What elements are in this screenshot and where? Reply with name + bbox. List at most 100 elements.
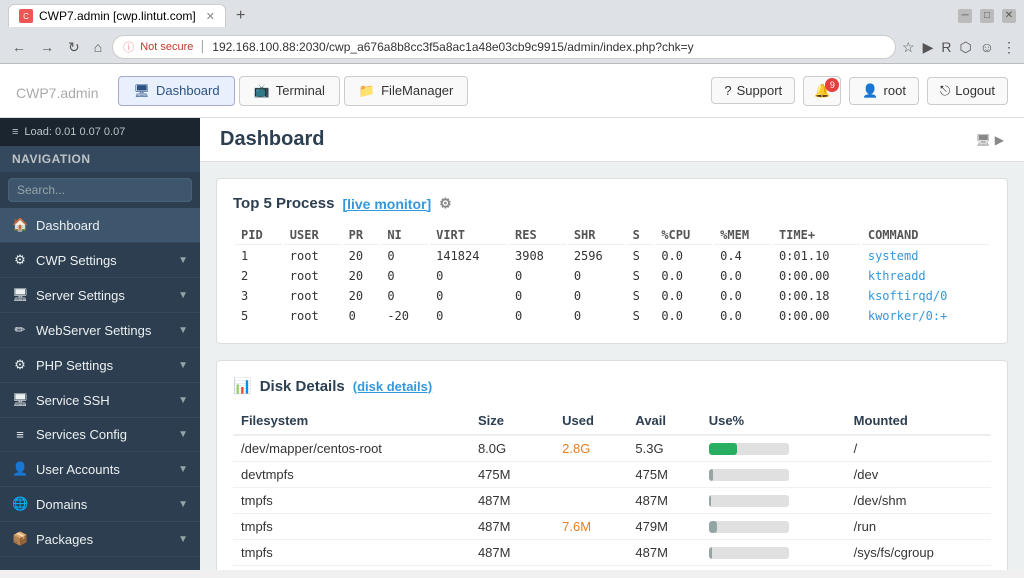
extension2-icon[interactable]: R — [941, 39, 951, 55]
bookmark-icon[interactable]: ☆ — [902, 39, 915, 56]
sidebar-item-php-settings[interactable]: ⚙ PHP Settings ▼ — [0, 348, 200, 383]
filemanager-tab-label: FileManager — [381, 83, 453, 98]
close-button[interactable]: ✕ — [1002, 9, 1016, 23]
process-cell: 0.0 — [714, 287, 771, 305]
services-config-icon: ≡ — [12, 427, 28, 442]
logout-button[interactable]: ⎋ Logout — [927, 77, 1008, 105]
tab-favicon: C — [19, 9, 33, 23]
cwp-settings-icon: ⚙ — [12, 252, 28, 268]
php-arrow: ▼ — [178, 360, 188, 371]
notifications-button[interactable]: 🔔 9 — [803, 76, 841, 106]
extension4-icon[interactable]: ☺ — [980, 39, 994, 55]
sidebar-item-dashboard[interactable]: 🏠 Dashboard — [0, 208, 200, 243]
sidebar-item-user-accounts[interactable]: 👤 User Accounts ▼ — [0, 452, 200, 487]
forward-button[interactable]: → — [36, 37, 58, 57]
col-command: COMMAND — [862, 226, 989, 245]
user-button[interactable]: 👤 root — [849, 77, 919, 105]
menu-icon[interactable]: ⋮ — [1002, 39, 1016, 56]
window-controls: ─ □ ✕ — [958, 9, 1016, 23]
process-cell: 0 — [509, 287, 566, 305]
sidebar-item-domains[interactable]: 🌐 Domains ▼ — [0, 487, 200, 522]
terminal-tab-label: Terminal — [276, 83, 325, 98]
reload-button[interactable]: ↻ — [64, 37, 84, 58]
logout-label: Logout — [955, 83, 995, 98]
back-button[interactable]: ← — [8, 37, 30, 57]
support-button[interactable]: ? Support — [711, 77, 795, 104]
tab-filemanager[interactable]: 📁 FileManager — [344, 76, 468, 106]
table-row: 3root200000S0.00.00:00.18ksoftirqd/0 — [235, 287, 989, 305]
app: CWP7.admin 🖥 Dashboard 📺 Terminal 📁 File… — [0, 64, 1024, 570]
header-right: ? Support 🔔 9 👤 root ⎋ Logout — [711, 76, 1008, 106]
disk-cell: /sys/fs/cgroup — [846, 540, 991, 566]
sidebar-item-packages[interactable]: 📦 Packages ▼ — [0, 522, 200, 557]
process-cell: 0 — [381, 267, 428, 285]
col-s: S — [627, 226, 654, 245]
disk-cell — [554, 488, 627, 514]
tab-terminal[interactable]: 📺 Terminal — [239, 76, 340, 106]
cwp-settings-arrow: ▼ — [178, 255, 188, 266]
table-row: devtmpfs475M475M/dev — [233, 462, 991, 488]
support-icon: ? — [724, 83, 731, 98]
sidebar-item-service-ssh[interactable]: 🖥 Service SSH ▼ — [0, 383, 200, 418]
browser-tab[interactable]: C CWP7.admin [cwp.lintut.com] ✕ — [8, 4, 226, 27]
table-row: tmpfs487M487M/sys/fs/cgroup — [233, 540, 991, 566]
support-label: Support — [737, 83, 783, 98]
process-cell: 0:00.00 — [773, 267, 860, 285]
content-body: Top 5 Process [live monitor] ⚙ PID USER … — [200, 162, 1024, 570]
disk-col-avail: Avail — [627, 407, 700, 435]
live-monitor-link[interactable]: [live monitor] — [342, 196, 431, 212]
maximize-button[interactable]: □ — [980, 9, 994, 23]
sidebar-item-label-user-accounts: User Accounts — [36, 462, 170, 477]
process-gear-icon[interactable]: ⚙ — [439, 195, 452, 212]
disk-section: 📊 Disk Details (disk details) Filesystem… — [216, 360, 1008, 570]
table-row: tmpfs487M487M/dev/shm — [233, 488, 991, 514]
home-button[interactable]: ⌂ — [90, 37, 106, 57]
dashboard-tab-label: Dashboard — [156, 83, 220, 98]
process-cell: 0:00.00 — [773, 307, 860, 325]
disk-cell: 487M — [627, 488, 700, 514]
address-bar[interactable]: ⓘ Not secure │ 192.168.100.88:2030/cwp_a… — [112, 35, 896, 59]
disk-table: Filesystem Size Used Avail Use% Mounted … — [233, 407, 991, 570]
packages-icon: 📦 — [12, 531, 28, 547]
header-tabs: 🖥 Dashboard 📺 Terminal 📁 FileManager — [118, 76, 468, 106]
disk-cell: /boot — [846, 566, 991, 571]
disk-cell: 160M — [554, 566, 627, 571]
server-settings-icon: 🖥 — [12, 287, 28, 303]
process-cell: 0.0 — [655, 247, 712, 265]
process-cell: root — [284, 307, 341, 325]
col-shr: SHR — [568, 226, 625, 245]
process-cell: 0 — [430, 267, 507, 285]
search-input[interactable] — [8, 178, 192, 202]
extension3-icon[interactable]: ⬡ — [959, 39, 971, 56]
webserver-icon: ✏ — [12, 322, 28, 338]
sidebar-item-webserver-settings[interactable]: ✏ WebServer Settings ▼ — [0, 313, 200, 348]
minimize-button[interactable]: ─ — [958, 9, 972, 23]
dashboard-icon: 🏠 — [12, 217, 28, 233]
disk-cell: /dev — [846, 462, 991, 488]
use-bar-container — [709, 547, 789, 559]
url-text: 192.168.100.88:2030/cwp_a676a8b8cc3f5a8a… — [212, 40, 693, 54]
disk-cell: 855M — [627, 566, 700, 571]
process-section-title: Top 5 Process [live monitor] ⚙ — [233, 195, 991, 212]
tab-close-button[interactable]: ✕ — [206, 10, 215, 23]
disk-cell: tmpfs — [233, 540, 470, 566]
process-cell: 20 — [343, 287, 380, 305]
disk-cell: 7.6M — [554, 514, 627, 540]
tab-dashboard[interactable]: 🖥 Dashboard — [118, 76, 234, 106]
sidebar-item-label-dashboard: Dashboard — [36, 218, 188, 233]
disk-cell: 487M — [470, 540, 554, 566]
process-cell: 0.0 — [714, 267, 771, 285]
new-tab-button[interactable]: + — [230, 5, 251, 27]
sidebar-item-cwp-settings[interactable]: ⚙ CWP Settings ▼ — [0, 243, 200, 278]
process-cell: ksoftirqd/0 — [862, 287, 989, 305]
disk-details-link[interactable]: (disk details) — [353, 379, 432, 394]
disk-cell: 8.0G — [470, 435, 554, 462]
disk-cell: 487M — [470, 488, 554, 514]
col-pr: PR — [343, 226, 380, 245]
disk-col-filesystem: Filesystem — [233, 407, 470, 435]
extension1-icon[interactable]: ▶ — [923, 39, 934, 56]
sidebar-item-label-packages: Packages — [36, 532, 170, 547]
process-cell: 0 — [568, 287, 625, 305]
sidebar-item-server-settings[interactable]: 🖥 Server Settings ▼ — [0, 278, 200, 313]
sidebar-item-services-config[interactable]: ≡ Services Config ▼ — [0, 418, 200, 452]
